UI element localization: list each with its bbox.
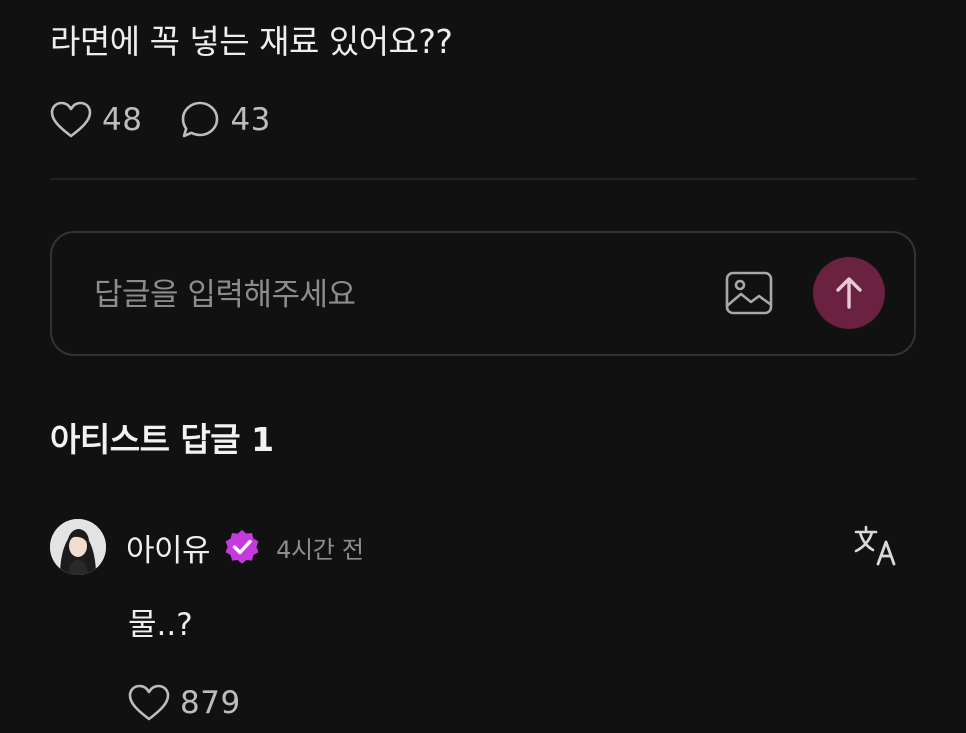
divider bbox=[50, 178, 916, 180]
reply-box bbox=[50, 231, 916, 356]
post-like-button[interactable]: 48 bbox=[50, 101, 142, 139]
speech-bubble-icon bbox=[182, 101, 219, 138]
heart-outline-icon bbox=[50, 101, 92, 138]
post-comment-count: 43 bbox=[230, 102, 271, 138]
avatar-photo bbox=[50, 519, 106, 575]
post-like-count: 48 bbox=[102, 102, 143, 138]
send-button[interactable] bbox=[813, 257, 885, 329]
artist-replies-title: 아티스트 답글 1 bbox=[50, 420, 274, 459]
translate-icon bbox=[854, 525, 896, 566]
reply-input[interactable] bbox=[92, 266, 656, 324]
heart-outline-icon bbox=[128, 684, 170, 721]
reply-time: 4시간 전 bbox=[276, 535, 364, 564]
image-icon bbox=[725, 271, 773, 315]
post-text: 라면에 꼭 넣는 재료 있어요?? bbox=[50, 22, 453, 61]
reply-author-row: 아이유 4시간 전 bbox=[126, 524, 364, 570]
reply-like-button[interactable]: 879 bbox=[128, 680, 241, 726]
reply-like-count: 879 bbox=[180, 685, 241, 721]
avatar[interactable] bbox=[50, 519, 106, 575]
reply-text: 물..? bbox=[128, 607, 193, 643]
author-name[interactable]: 아이유 bbox=[126, 525, 211, 570]
attach-image-button[interactable] bbox=[724, 269, 774, 317]
arrow-up-icon bbox=[836, 277, 862, 309]
translate-button[interactable] bbox=[852, 524, 900, 570]
post-stats: 48 43 bbox=[50, 96, 309, 144]
post-comment-button[interactable]: 43 bbox=[180, 100, 270, 140]
verified-badge-icon bbox=[225, 530, 259, 564]
